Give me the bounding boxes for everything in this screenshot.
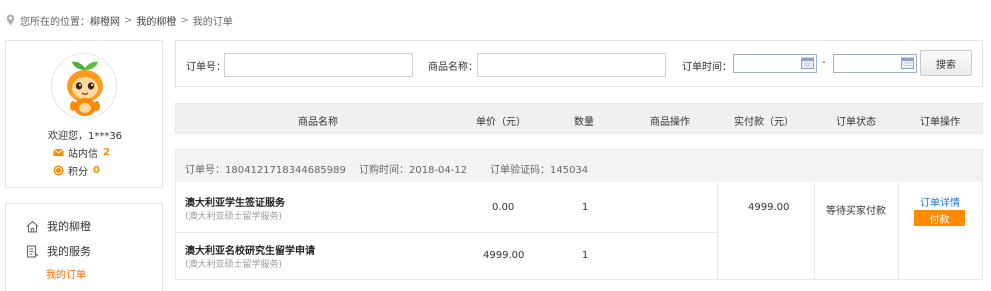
pay-button[interactable]: 付款 xyxy=(914,210,965,226)
order-no-label: 订单号： xyxy=(186,62,226,73)
sidebar-item-services[interactable]: 我的服务 xyxy=(26,243,91,259)
calendar-icon[interactable] xyxy=(801,57,814,69)
order-table-header: 商品名称 单价（元） 数量 商品操作 实付款（元） 订单状态 订单操作 xyxy=(175,103,983,134)
breadcrumb: 您所在的位置： 柳橙网 > 我的柳橙 > 我的订单 xyxy=(6,13,233,28)
breadcrumb-item-my-account[interactable]: 我的柳橙 xyxy=(136,13,176,28)
points-coin-icon xyxy=(53,165,64,175)
points-label: 积分 xyxy=(68,166,88,178)
breadcrumb-item-home[interactable]: 柳橙网 xyxy=(90,13,120,28)
product-name-label: 商品名称： xyxy=(428,62,478,73)
column-header-quantity: 数量 xyxy=(574,117,594,128)
services-document-icon xyxy=(26,244,39,258)
sidebar-item-home[interactable]: 我的柳橙 xyxy=(26,218,91,234)
column-header-product-actions: 商品操作 xyxy=(650,117,690,128)
user-panel: 欢迎您，1***36 站内信 2 积分 0 xyxy=(5,40,163,188)
column-header-status: 订单状态 xyxy=(836,117,876,128)
messages-link[interactable]: 站内信 2 xyxy=(53,145,110,160)
points-link[interactable]: 积分 0 xyxy=(53,163,100,178)
column-header-paid: 实付款（元） xyxy=(734,117,794,128)
order-info-bar: 订单号：1804121718344685989 订购时间：2018-04-12 … xyxy=(175,149,983,183)
sidebar-menu: 我的柳橙 我的服务 我的订单 xyxy=(5,203,163,291)
row-divider xyxy=(176,232,717,233)
item-subtitle: (澳大利亚硕士留学服务) xyxy=(185,212,283,222)
order-items: 澳大利亚学生签证服务 (澳大利亚硕士留学服务) 0.00 1 澳大利亚名校研究生… xyxy=(175,182,983,280)
messages-count: 2 xyxy=(103,146,110,158)
sidebar-item-orders[interactable]: 我的订单 xyxy=(46,266,86,281)
order-verify-code: 订单验证码：145034 xyxy=(490,165,589,176)
mail-icon xyxy=(53,148,64,156)
column-header-price: 单价（元） xyxy=(476,117,526,128)
item-price: 4999.00 xyxy=(483,250,525,261)
order-total-paid: 4999.00 xyxy=(748,202,790,213)
item-name[interactable]: 澳大利亚名校研究生留学申请 xyxy=(185,242,315,257)
date-range-dash: - xyxy=(822,57,826,68)
column-divider xyxy=(898,182,899,279)
item-subtitle: (澳大利亚硕士留学服务) xyxy=(185,260,283,270)
points-count: 0 xyxy=(93,164,100,176)
item-name[interactable]: 澳大利亚学生签证服务 xyxy=(185,194,285,209)
breadcrumb-prefix: 您所在的位置： xyxy=(20,16,90,28)
sidebar-item-home-label: 我的柳橙 xyxy=(47,220,91,233)
column-divider xyxy=(717,182,718,279)
order-no-input[interactable] xyxy=(224,53,413,77)
breadcrumb-item-current: 我的订单 xyxy=(192,16,233,28)
location-pin-icon xyxy=(6,14,15,26)
sidebar-item-services-label: 我的服务 xyxy=(47,245,91,258)
order-time-label: 订单时间： xyxy=(682,62,732,73)
breadcrumb-separator: > xyxy=(124,14,133,26)
column-header-order-actions: 订单操作 xyxy=(920,117,960,128)
item-quantity: 1 xyxy=(582,202,589,213)
messages-label: 站内信 xyxy=(68,148,98,160)
product-name-input[interactable] xyxy=(477,53,666,77)
item-quantity: 1 xyxy=(582,250,589,261)
order-status: 等待买家付款 xyxy=(826,206,886,217)
column-header-product: 商品名称 xyxy=(298,117,338,128)
avatar[interactable] xyxy=(51,53,117,119)
order-search-bar: 订单号： 商品名称： 订单时间： - 搜索 xyxy=(175,40,983,87)
breadcrumb-separator: > xyxy=(180,14,189,26)
calendar-icon[interactable] xyxy=(901,57,914,69)
welcome-text: 欢迎您，1***36 xyxy=(47,131,123,142)
order-number: 订单号：1804121718344685989 xyxy=(185,165,346,176)
order-time: 订购时间：2018-04-12 xyxy=(359,165,468,176)
item-price: 0.00 xyxy=(492,202,515,213)
search-button[interactable]: 搜索 xyxy=(920,50,972,76)
home-icon xyxy=(26,220,39,233)
orange-mascot-icon xyxy=(67,61,103,116)
order-detail-link[interactable]: 订单详情 xyxy=(920,194,960,209)
column-divider xyxy=(814,182,815,279)
